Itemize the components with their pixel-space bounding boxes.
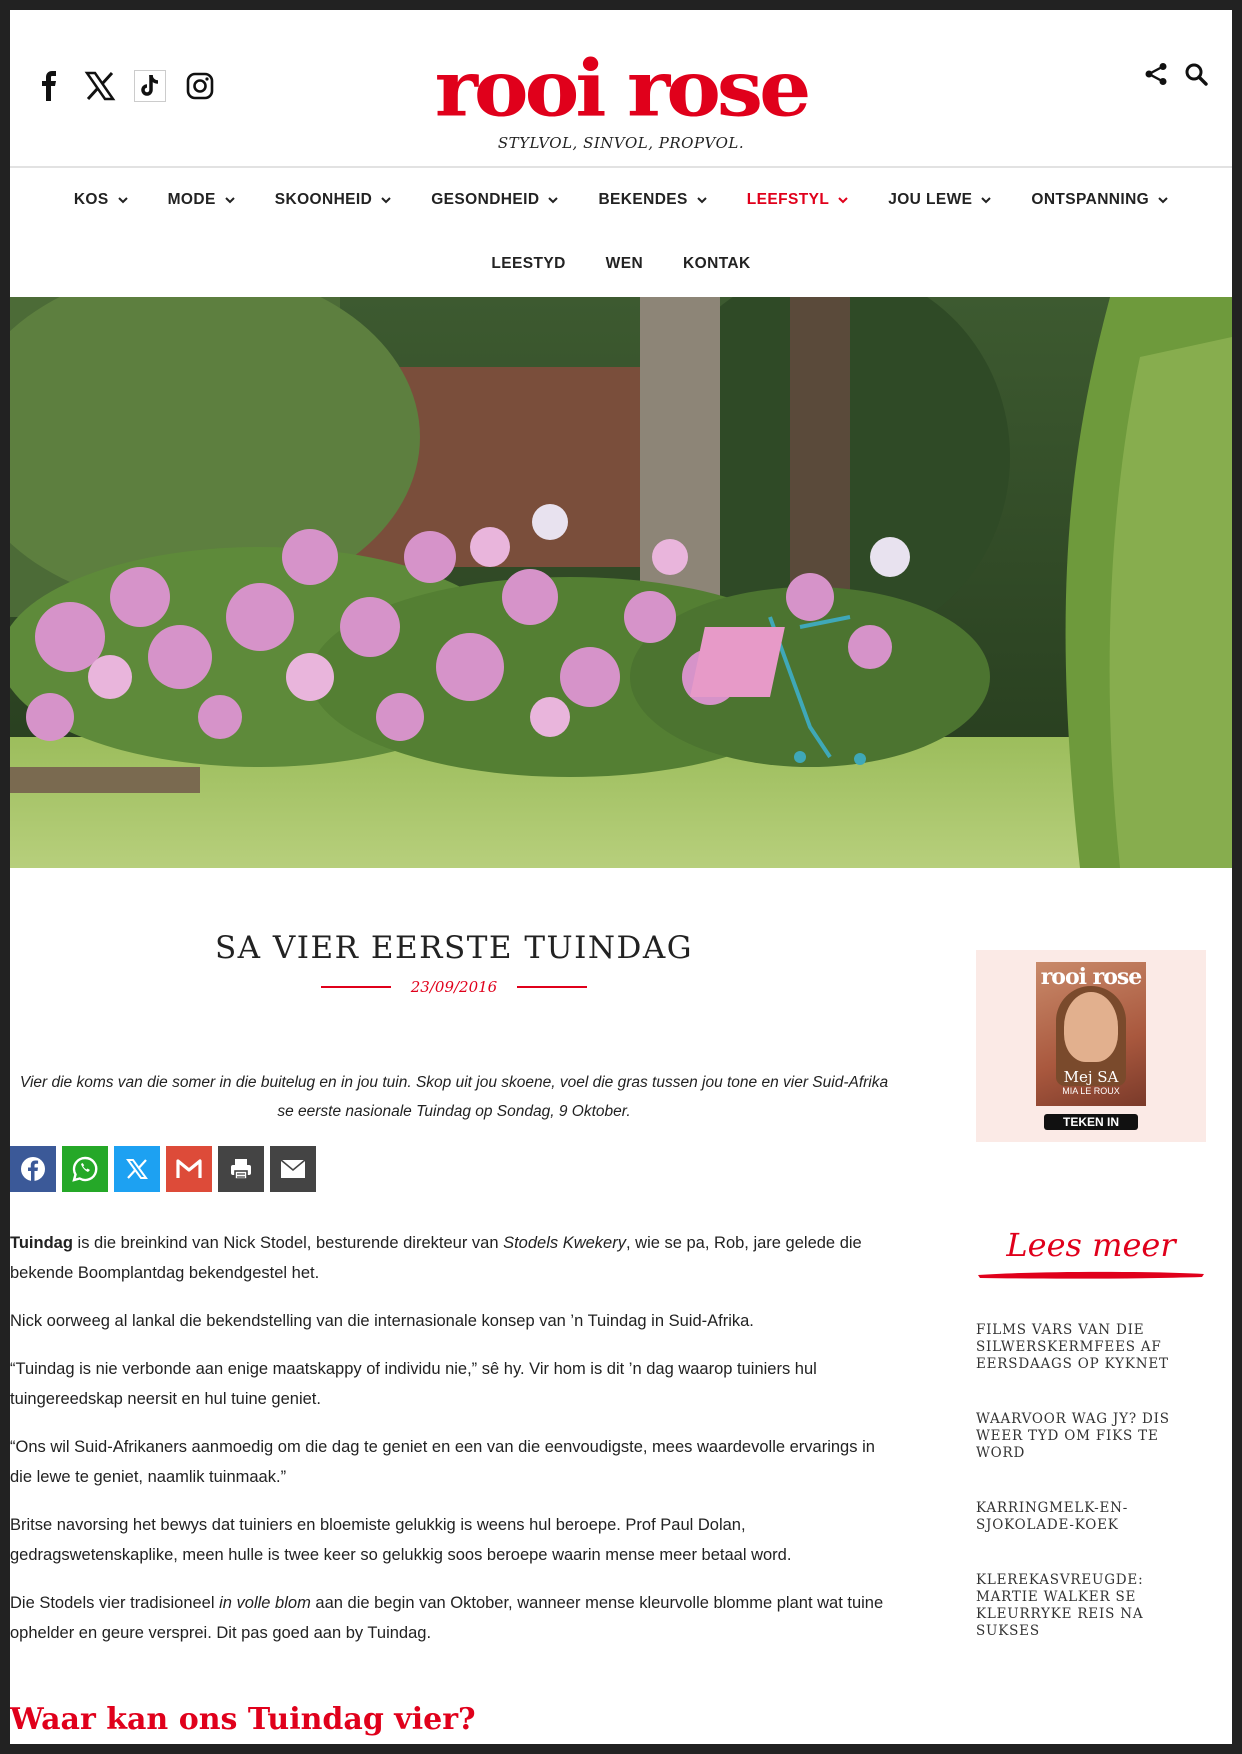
nav-item-label: ONTSPANNING — [1031, 191, 1150, 208]
nav-item-label: SKOONHEID — [274, 191, 373, 208]
print-icon — [231, 1159, 251, 1180]
main-nav: KOS MODE SKOONHEID GESONDHEID BEKENDES LEEFST… — [10, 166, 1232, 296]
read-more-link[interactable]: FILMS VARS VAN DIE SILWERSKERMFEES AF EE… — [976, 1322, 1206, 1373]
chevron-down-icon — [117, 196, 128, 203]
header-tools — [1144, 62, 1208, 86]
article-title: SA VIER EERSTE TUINDAG — [214, 930, 694, 966]
gmail-icon — [176, 1159, 202, 1178]
chevron-down-icon — [548, 196, 559, 203]
nav-item-label: LEEFSTYL — [746, 191, 830, 208]
nav-item-kontak[interactable]: KONTAK — [663, 255, 771, 273]
paragraph-3: “Tuindag is nie verbonde aan enige maats… — [10, 1360, 817, 1408]
site-logo[interactable]: rooi rose STYLVOL, SINVOL, PROPVOL. — [10, 48, 1232, 152]
paragraph-text: is die breinkind van Nick Stodel, bestur… — [72, 1234, 504, 1252]
date-divider-left — [320, 986, 391, 988]
article-header: SA VIER EERSTE TUINDAG 23/09/2016 — [10, 930, 898, 996]
magazine-subscribe-ad[interactable]: rooi rose Mej SA MIA LE ROUX TEKEN IN — [976, 950, 1206, 1142]
email-icon — [280, 1159, 306, 1178]
chevron-down-icon — [381, 196, 391, 203]
nav-item-mode[interactable]: MODE — [148, 191, 255, 209]
paragraph-6: Die Stodels vier tradisioneel in volle b… — [10, 1588, 890, 1648]
nav-item-label: KOS — [73, 191, 109, 208]
magazine-cover: rooi rose Mej SA MIA LE ROUX — [1036, 962, 1146, 1106]
x-icon — [126, 1159, 148, 1179]
share-x-button[interactable] — [114, 1146, 160, 1192]
nav-item-bekendes[interactable]: BEKENDES — [578, 191, 726, 209]
nav-item-wen[interactable]: WEN — [586, 255, 663, 273]
logo-text: rooi rose — [434, 43, 812, 135]
read-more-list: FILMS VARS VAN DIE SILWERSKERMFEES AF EE… — [976, 1322, 1206, 1640]
nav-item-label: BEKENDES — [598, 191, 688, 208]
brush-underline — [978, 1271, 1204, 1279]
paragraph-5: Britse navorsing het bewys dat tuiniers … — [10, 1516, 792, 1564]
site-header: rooi rose STYLVOL, SINVOL, PROPVOL. — [10, 10, 1232, 166]
cover-subline: MIA LE ROUX — [1062, 1086, 1120, 1096]
chevron-down-icon — [838, 196, 848, 203]
italic-term: in volle blom — [219, 1594, 311, 1612]
nav-item-ontspanning[interactable]: ONTSPANNING — [1011, 191, 1188, 209]
subscribe-button[interactable]: TEKEN IN — [1044, 1114, 1138, 1130]
share-gmail-button[interactable] — [166, 1146, 212, 1192]
nav-item-skoonheid[interactable]: SKOONHEID — [255, 191, 411, 209]
whatsapp-icon — [72, 1156, 98, 1182]
nav-item-jou-lewe[interactable]: JOU LEWE — [868, 191, 1011, 209]
share-email-button[interactable] — [270, 1146, 316, 1192]
chevron-down-icon — [1158, 196, 1168, 203]
chevron-down-icon — [981, 196, 992, 203]
nav-item-label: WEN — [605, 255, 644, 272]
read-more-link[interactable]: KARRINGMELK-EN-SJOKOLADE-KOEK — [976, 1500, 1206, 1534]
paragraph-2: Nick oorweeg al lankal die bekendstellin… — [10, 1312, 754, 1330]
chevron-down-icon — [697, 196, 707, 203]
nav-item-label: LEESTYD — [491, 255, 566, 272]
share-facebook-button[interactable] — [10, 1146, 56, 1192]
cover-logo: rooi rose — [1040, 964, 1143, 990]
date-row: 23/09/2016 — [10, 978, 898, 996]
chevron-down-icon — [225, 196, 235, 203]
cover-headline: Mej SA — [1063, 1068, 1119, 1086]
date-divider-right — [517, 986, 588, 988]
bold-term: Tuindag — [10, 1234, 73, 1252]
hero-image — [10, 267, 1232, 868]
sidebar: rooi rose Mej SA MIA LE ROUX TEKEN IN Le… — [976, 950, 1206, 1678]
facebook-icon — [21, 1157, 45, 1181]
nav-item-label: KONTAK — [683, 255, 751, 272]
read-more-link[interactable]: KLEREKASVREUGDE: MARTIE WALKER SE KLEURR… — [976, 1572, 1206, 1640]
share-icon[interactable] — [1144, 62, 1168, 86]
share-print-button[interactable] — [218, 1146, 264, 1192]
cover-face-shape — [1064, 992, 1118, 1062]
read-more-link[interactable]: WAARVOOR WAG JY? DIS WEER TYD OM FIKS TE… — [976, 1411, 1206, 1462]
italic-term: Stodels Kwekery — [503, 1234, 626, 1252]
search-icon[interactable] — [1184, 62, 1208, 86]
nav-item-leefstyl[interactable]: LEEFSTYL — [727, 191, 868, 209]
share-whatsapp-button[interactable] — [62, 1146, 108, 1192]
section-subheading: Waar kan ons Tuindag vier? — [10, 1702, 476, 1737]
page: rooi rose STYLVOL, SINVOL, PROPVOL. KOS M… — [10, 10, 1232, 1744]
paragraph-4: “Ons wil Suid-Afrikaners aanmoedig om di… — [10, 1438, 875, 1486]
share-bar — [10, 1146, 316, 1192]
nav-item-leestyd[interactable]: LEESTYD — [471, 255, 585, 273]
article-date: 23/09/2016 — [410, 978, 498, 996]
nav-item-label: MODE — [167, 191, 216, 208]
nav-item-label: GESONDHEID — [431, 191, 540, 208]
paragraph-text: Die Stodels vier tradisioneel — [10, 1594, 220, 1612]
nav-item-label: JOU LEWE — [888, 191, 973, 208]
paragraph-1: Tuindag is die breinkind van Nick Stodel… — [10, 1228, 890, 1288]
nav-item-gesondheid[interactable]: GESONDHEID — [411, 191, 578, 209]
nav-row-primary: KOS MODE SKOONHEID GESONDHEID BEKENDES LEEFST… — [10, 168, 1232, 232]
nav-item-kos[interactable]: KOS — [54, 191, 148, 209]
read-more-heading: Lees meer — [1006, 1226, 1176, 1264]
article-body: Tuindag is die breinkind van Nick Stodel… — [10, 1228, 890, 1666]
article-lead: Vier die koms van die somer in die buite… — [19, 1074, 889, 1120]
tagline: STYLVOL, SINVOL, PROPVOL. — [497, 134, 745, 152]
nav-row-secondary: LEESTYD WEN KONTAK — [10, 232, 1232, 296]
